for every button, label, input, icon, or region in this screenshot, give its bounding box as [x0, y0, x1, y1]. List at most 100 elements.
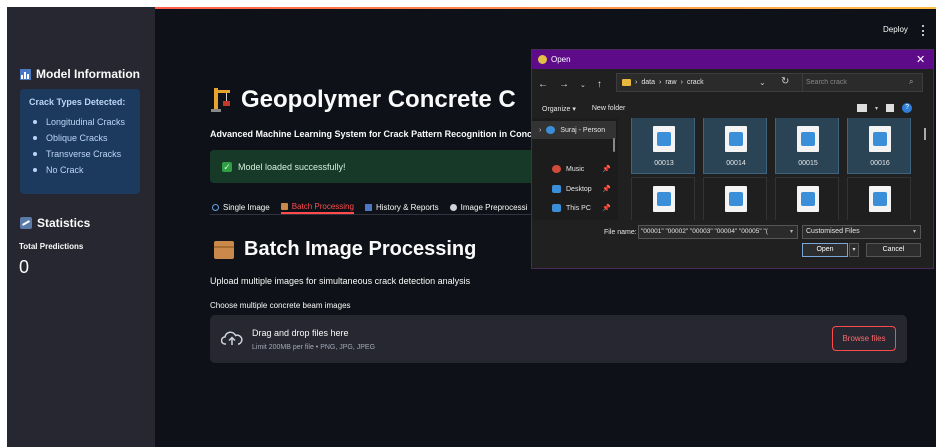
address-bar[interactable]: › data › raw › crack	[616, 73, 820, 92]
help-icon[interactable]: ?	[902, 103, 913, 113]
cloud-icon	[546, 126, 556, 134]
total-predictions-label: Total Predictions	[19, 242, 84, 251]
nav-item-onedrive[interactable]: › Suraj - Person	[532, 121, 616, 139]
file-scrollbar[interactable]	[924, 128, 926, 140]
bar-chart-icon	[364, 203, 372, 211]
section-description: Upload multiple images for simultaneous …	[210, 276, 471, 286]
file-type-select[interactable]: Customised Files ▾	[802, 225, 921, 239]
crack-type-item: No Crack	[29, 162, 131, 178]
pin-icon[interactable]: 📌	[602, 165, 611, 173]
total-predictions-value: 0	[19, 257, 30, 277]
image-file-icon	[797, 186, 819, 212]
crack-types-title: Crack Types Detected:	[29, 97, 126, 107]
organize-button[interactable]: Organize ▾	[542, 105, 576, 113]
tab-bar: Single Image Batch Processing History & …	[212, 194, 527, 214]
forward-arrow-icon[interactable]: →	[559, 79, 569, 90]
file-item[interactable]: 00015	[775, 118, 839, 174]
navigation-pane: › Suraj - Person Music 📌 Desktop 📌 This …	[532, 118, 618, 228]
up-arrow-icon[interactable]: ↑	[597, 79, 602, 90]
gear-icon	[449, 203, 457, 211]
chevron-down-icon[interactable]: ▾	[790, 228, 793, 235]
bar-chart-icon	[20, 68, 31, 80]
box-icon	[280, 202, 288, 210]
view-controls: ▾ ?	[857, 103, 913, 113]
crack-types-box: Crack Types Detected: Longitudinal Crack…	[20, 89, 140, 194]
pin-icon[interactable]: 📌	[602, 185, 611, 193]
dialog-titlebar: Open ✕	[532, 50, 933, 69]
crack-type-item: Oblique Cracks	[29, 130, 131, 146]
expand-icon[interactable]: ›	[539, 127, 541, 134]
search-input[interactable]	[806, 76, 906, 89]
browser-icon	[538, 55, 547, 64]
nav-item-this-pc[interactable]: This PC	[552, 204, 591, 212]
back-arrow-icon[interactable]: ←	[538, 79, 548, 90]
page-title: Geopolymer Concrete C	[211, 86, 516, 114]
browse-files-button[interactable]: Browse files	[832, 326, 896, 351]
view-mode-icon[interactable]	[857, 104, 867, 112]
open-options-button[interactable]: ▾	[849, 243, 859, 257]
image-file-icon	[725, 126, 747, 152]
chevron-down-icon[interactable]: ▾	[875, 105, 878, 112]
tab-image-preprocessing[interactable]: Image Preprocessi	[449, 194, 527, 214]
address-separator: ›	[658, 79, 662, 86]
chevron-down-icon[interactable]: ⌄	[759, 78, 766, 87]
dialog-title: Open	[551, 55, 571, 64]
file-item[interactable]: 00014	[703, 118, 767, 174]
file-dropzone[interactable]: Drag and drop files here Limit 200MB per…	[210, 315, 907, 363]
nav-item-music[interactable]: Music	[552, 165, 584, 173]
file-item[interactable]: 00016	[847, 118, 911, 174]
breadcrumb-item[interactable]: data	[641, 79, 655, 86]
cloud-upload-icon	[221, 331, 243, 345]
tab-single-image[interactable]: Single Image	[212, 194, 270, 214]
image-file-icon	[653, 126, 675, 152]
recent-chevron-icon[interactable]: ⌄	[580, 79, 586, 90]
image-file-icon	[653, 186, 675, 212]
pin-icon[interactable]: 📌	[602, 204, 611, 212]
image-file-icon	[725, 186, 747, 212]
success-alert: ✓ Model loaded successfully!	[210, 150, 540, 183]
file-name-input[interactable]: "00001" "00002" "00003" "00004" "00005" …	[638, 225, 798, 239]
main-menu-icon[interactable]	[922, 25, 925, 36]
refresh-icon[interactable]: ↻	[781, 76, 789, 87]
dialog-footer: File name: "00001" "00002" "00003" "0000…	[532, 220, 933, 268]
crack-type-item: Transverse Cracks	[29, 146, 131, 162]
tab-divider	[210, 214, 540, 215]
cancel-button[interactable]: Cancel	[866, 243, 921, 257]
section-title: Batch Image Processing	[214, 238, 476, 261]
breadcrumb-item[interactable]: crack	[687, 79, 704, 86]
image-file-icon	[797, 126, 819, 152]
open-button[interactable]: Open	[802, 243, 848, 257]
deploy-button[interactable]: Deploy	[883, 25, 908, 34]
check-icon: ✓	[222, 161, 232, 172]
image-file-icon	[869, 126, 891, 152]
statistics-heading: Statistics	[20, 216, 90, 230]
nav-buttons: ← → ⌄ ↑	[538, 79, 602, 90]
file-name-label: File name:	[604, 229, 637, 236]
crack-type-item: Longitudinal Cracks	[29, 114, 131, 130]
search-icon[interactable]: ⌕	[909, 77, 913, 87]
open-file-dialog: Open ✕ ← → ⌄ ↑ › data › raw › crack ⌄ ↻ …	[531, 49, 934, 269]
preview-pane-icon[interactable]	[886, 104, 895, 112]
success-message: Model loaded successfully!	[238, 161, 346, 172]
chevron-down-icon: ▾	[912, 229, 916, 235]
file-item[interactable]: 00013	[631, 118, 695, 174]
sidebar: Model Information Crack Types Detected: …	[7, 7, 155, 447]
model-info-heading: Model Information	[20, 67, 140, 81]
dropzone-instructions: Drag and drop files here	[252, 328, 349, 338]
app-window: Model Information Crack Types Detected: …	[7, 7, 936, 447]
address-separator: ›	[635, 79, 638, 86]
new-folder-button[interactable]: New folder	[592, 105, 625, 113]
nav-item-desktop[interactable]: Desktop	[552, 185, 592, 193]
trend-chart-icon	[20, 217, 32, 229]
tab-history-reports[interactable]: History & Reports	[364, 194, 439, 214]
breadcrumb-item[interactable]: raw	[665, 79, 676, 86]
address-separator: ›	[680, 79, 683, 86]
music-icon	[552, 165, 561, 173]
folder-icon	[622, 79, 631, 86]
nav-scrollbar[interactable]	[613, 138, 615, 152]
close-icon[interactable]: ✕	[916, 53, 925, 66]
file-grid: 00013 00014 00015 00016	[629, 118, 919, 228]
dialog-toolbar: Organize ▾ New folder	[542, 105, 625, 113]
tab-batch-processing[interactable]: Batch Processing	[280, 194, 354, 214]
page-subtitle: Advanced Machine Learning System for Cra…	[210, 129, 544, 139]
